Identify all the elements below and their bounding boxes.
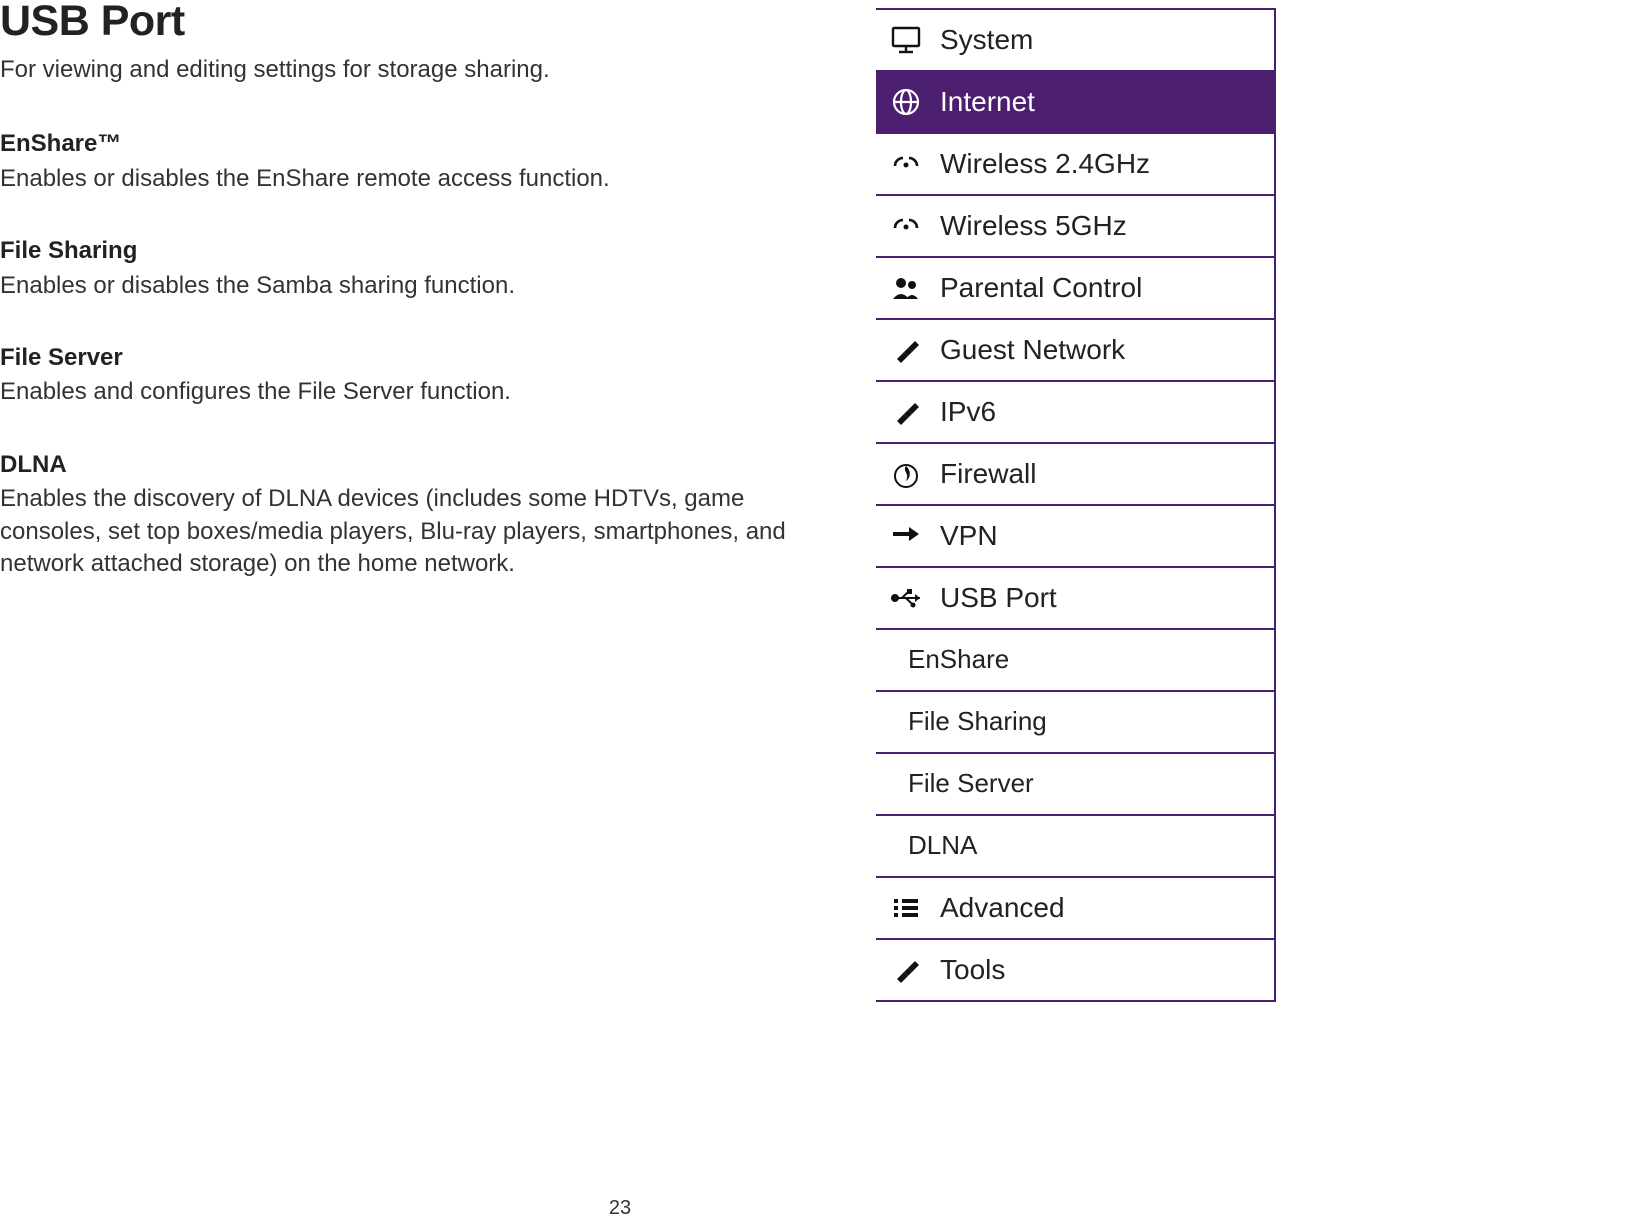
users-icon (876, 275, 936, 301)
usb-icon (876, 588, 936, 608)
menu-vpn[interactable]: VPN (876, 506, 1274, 568)
menu-label: USB Port (936, 579, 1274, 617)
section-desc: Enables or disables the EnShare remote a… (0, 163, 820, 195)
section-label: File Sharing (0, 235, 820, 267)
arrows-icon (876, 524, 936, 548)
submenu-label: File Server (908, 766, 1034, 801)
submenu-label: File Sharing (908, 704, 1047, 739)
menu-wireless-5[interactable]: Wireless 5GHz (876, 196, 1274, 258)
submenu-enshare[interactable]: EnShare (876, 630, 1274, 692)
tools-icon (876, 336, 936, 364)
submenu-label: EnShare (908, 642, 1009, 677)
article-body: USB Port For viewing and editing setting… (0, 0, 820, 620)
page-title: USB Port (0, 0, 820, 50)
submenu-file-sharing[interactable]: File Sharing (876, 692, 1274, 754)
section-enshare: EnShare™ Enables or disables the EnShare… (0, 128, 820, 195)
menu-label: Wireless 5GHz (936, 207, 1274, 245)
page-number: 23 (0, 1195, 1240, 1222)
menu-firewall[interactable]: Firewall (876, 444, 1274, 506)
menu-guest-network[interactable]: Guest Network (876, 320, 1274, 382)
menu-usb-port[interactable]: USB Port (876, 568, 1274, 630)
globe-icon (876, 87, 936, 117)
section-desc: Enables the discovery of DLNA devices (i… (0, 483, 820, 580)
menu-label: Firewall (936, 455, 1274, 493)
menu-label: VPN (936, 517, 1274, 555)
menu-label: Wireless 2.4GHz (936, 145, 1274, 183)
section-label: EnShare™ (0, 128, 820, 160)
menu-label: Guest Network (936, 331, 1274, 369)
menu-internet[interactable]: Internet (876, 72, 1274, 134)
monitor-icon (876, 26, 936, 54)
section-desc: Enables and configures the File Server f… (0, 376, 820, 408)
section-label: DLNA (0, 449, 820, 481)
section-file-server: File Server Enables and configures the F… (0, 342, 820, 409)
submenu-dlna[interactable]: DLNA (876, 816, 1274, 878)
list-icon (876, 896, 936, 920)
wifi-icon (876, 214, 936, 238)
tools-icon (876, 398, 936, 426)
menu-label: IPv6 (936, 393, 1274, 431)
menu-advanced[interactable]: Advanced (876, 878, 1274, 940)
menu-label: Internet (936, 83, 1274, 121)
page-subtitle: For viewing and editing settings for sto… (0, 54, 820, 86)
menu-label: Parental Control (936, 269, 1274, 307)
wifi-icon (876, 152, 936, 176)
menu-wireless-24[interactable]: Wireless 2.4GHz (876, 134, 1274, 196)
section-label: File Server (0, 342, 820, 374)
submenu-file-server[interactable]: File Server (876, 754, 1274, 816)
menu-label: Advanced (936, 889, 1274, 927)
flame-icon (876, 459, 936, 489)
menu-label: System (936, 21, 1274, 59)
section-file-sharing: File Sharing Enables or disables the Sam… (0, 235, 820, 302)
sidebar-menu: System Internet Wireless 2.4GHz (876, 8, 1276, 1002)
menu-label: Tools (936, 951, 1274, 989)
section-desc: Enables or disables the Samba sharing fu… (0, 270, 820, 302)
submenu-label: DLNA (908, 828, 977, 863)
menu-tools[interactable]: Tools (876, 940, 1274, 1002)
menu-ipv6[interactable]: IPv6 (876, 382, 1274, 444)
section-dlna: DLNA Enables the discovery of DLNA devic… (0, 449, 820, 581)
tools-icon (876, 956, 936, 984)
menu-system[interactable]: System (876, 10, 1274, 72)
menu-parental-control[interactable]: Parental Control (876, 258, 1274, 320)
